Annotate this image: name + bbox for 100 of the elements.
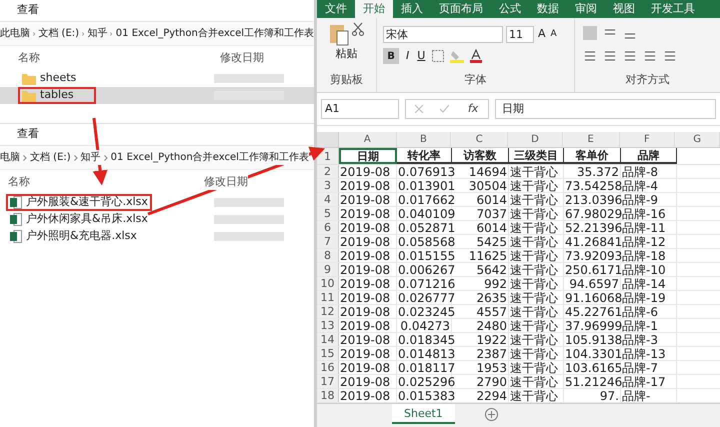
row-number[interactable]: 6 (317, 221, 339, 234)
border-icon[interactable] (432, 50, 444, 62)
bold-button[interactable]: B (383, 48, 399, 64)
ribbon-tab[interactable]: 数据 (529, 0, 567, 18)
underline-button[interactable]: U (416, 48, 426, 64)
file-entry[interactable]: 户外休闲家具&吊床.xlsx (6, 211, 152, 228)
table-cell: 73.92093 (564, 249, 621, 262)
table-cell: 2019-08 (339, 277, 397, 290)
table-cell: 104.3301 (564, 347, 621, 360)
column-header[interactable]: 修改日期 (204, 174, 248, 190)
clipboard-icon[interactable] (329, 22, 349, 46)
group-label: 剪贴板 (330, 72, 363, 88)
table-cell: 2019-08 (339, 165, 397, 178)
ribbon-tab[interactable]: 开发工具 (643, 0, 703, 18)
row-number[interactable]: 10 (317, 277, 339, 290)
breadcrumb-item[interactable]: 01 Excel_Python合并excel工作簿和工作表 (110, 150, 309, 165)
view-menu[interactable]: 查看 (17, 2, 39, 19)
table-cell: 速干背心 (509, 179, 564, 192)
add-sheet-icon[interactable] (484, 408, 498, 422)
ribbon-tab[interactable]: 开始 (355, 0, 393, 18)
table-cell: 105.9138 (564, 333, 621, 346)
table-cell: 2480 (452, 319, 509, 332)
column-heading[interactable]: G (675, 132, 720, 148)
table-cell: 速干背心 (509, 319, 564, 332)
grow-font-button[interactable]: A (537, 26, 547, 43)
column-heading[interactable]: A (338, 132, 397, 148)
folder-icon (22, 90, 36, 102)
paste-button[interactable]: 粘贴 (336, 46, 358, 62)
folder-icon (22, 72, 36, 84)
header-cell: 转化率 (397, 148, 452, 164)
row-number[interactable]: 15 (317, 347, 339, 360)
font-name-field[interactable]: 宋体 (383, 26, 503, 43)
table-cell: 0.04273 (397, 319, 452, 332)
row-number[interactable]: 5 (317, 207, 339, 220)
row-number[interactable]: 14 (317, 333, 339, 346)
formula-field[interactable]: 日期 (495, 99, 716, 120)
column-heading[interactable]: D (508, 132, 563, 148)
file-entry[interactable]: 户外服装&速干背心.xlsx (6, 194, 152, 211)
file-entry[interactable]: 户外照明&充电器.xlsx (6, 228, 141, 245)
ribbon-tab[interactable]: 公式 (491, 0, 529, 18)
table-cell: 51.21246 (564, 375, 621, 388)
table-cell: 0.014813 (397, 347, 452, 360)
row-number[interactable]: 16 (317, 361, 339, 374)
table-cell: 速干背心 (509, 277, 564, 290)
table-cell: 速干背心 (509, 249, 564, 262)
table-cell: 品牌-1 (621, 319, 677, 332)
row-number[interactable]: 11 (317, 291, 339, 304)
row-number[interactable]: 13 (317, 319, 339, 332)
table-cell: 2019-08 (339, 193, 397, 206)
file-entry[interactable]: tables (18, 87, 96, 104)
table-cell: 0.017662 (397, 193, 452, 206)
row-number[interactable]: 17 (317, 375, 339, 388)
column-heading[interactable]: B (396, 132, 452, 148)
insert-function-button[interactable]: fx (466, 100, 480, 118)
group-label: 字体 (464, 72, 486, 88)
table-cell: 2019-08 (339, 235, 397, 248)
column-header[interactable]: 名称 (8, 174, 30, 190)
ribbon-tab[interactable]: 审阅 (567, 0, 605, 18)
font-color-icon[interactable] (470, 49, 482, 64)
chevron-icon (33, 30, 36, 36)
column-header[interactable]: 名称 (18, 50, 40, 66)
row-number[interactable]: 18 (317, 389, 339, 402)
fill-color-icon[interactable] (450, 49, 464, 64)
row-number[interactable]: 4 (317, 193, 339, 206)
column-heading[interactable]: E (562, 132, 620, 148)
breadcrumb-item[interactable]: 01 Excel_Python合并excel工作簿和工作表 (116, 26, 314, 41)
ribbon-tab[interactable]: 插入 (393, 0, 431, 18)
table-cell: 速干背心 (509, 389, 564, 402)
ribbon-tab[interactable]: 文件 (317, 0, 355, 18)
check-icon[interactable] (440, 105, 450, 114)
row-number[interactable]: 9 (317, 263, 339, 276)
ribbon-tab[interactable]: 视图 (605, 0, 643, 18)
header-cell: 品牌 (621, 148, 677, 164)
shrink-font-button[interactable]: A (550, 28, 558, 42)
font-size-field[interactable]: 11 (506, 26, 534, 43)
row-number[interactable]: 3 (317, 179, 339, 192)
name-box[interactable]: A1 (321, 99, 399, 120)
table-cell: 品牌-6 (621, 305, 677, 318)
file-entry[interactable]: sheets (18, 70, 96, 87)
row-number[interactable]: 8 (317, 249, 339, 262)
row-number[interactable]: 2 (317, 165, 339, 178)
italic-button[interactable]: I (405, 48, 410, 64)
table-cell: 35.372 (564, 165, 621, 178)
chevron-icon (74, 154, 78, 160)
table-cell: 品牌-8 (621, 165, 677, 178)
table-cell: 0.026777 (397, 291, 452, 304)
table-cell: 2019-08 (339, 291, 397, 304)
column-heading[interactable]: C (451, 132, 508, 148)
table-cell: 0.023245 (397, 305, 452, 318)
row-number[interactable]: 7 (317, 235, 339, 248)
sheet-tab[interactable]: Sheet1 (392, 404, 455, 424)
table-cell: 0.015155 (397, 249, 452, 262)
ribbon-tab[interactable]: 页面布局 (431, 0, 491, 18)
row-number[interactable]: 12 (317, 305, 339, 318)
scissors-icon[interactable] (352, 22, 364, 36)
view-menu[interactable]: 查看 (17, 126, 39, 143)
breadcrumb-item[interactable]: 知乎 (80, 150, 101, 165)
table-cell: 2019-08 (339, 389, 397, 402)
column-heading[interactable]: F (620, 132, 676, 148)
table-cell: 0.018345 (397, 333, 452, 346)
